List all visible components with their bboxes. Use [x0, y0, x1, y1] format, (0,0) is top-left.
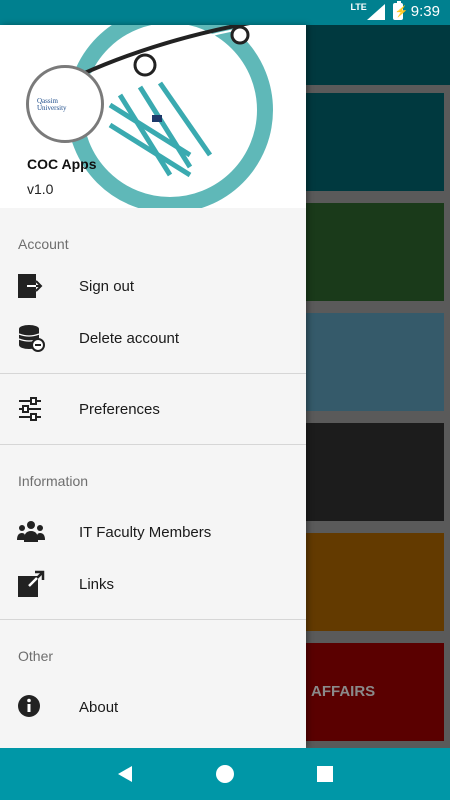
menu-item-label: Preferences — [79, 400, 160, 418]
back-button[interactable] — [107, 756, 143, 792]
database-remove-icon — [0, 324, 79, 352]
menu-item-label: Sign out — [79, 277, 135, 295]
navigation-drawer: Qassim University COC Apps v1.0 Account … — [0, 25, 306, 748]
home-icon — [216, 765, 234, 783]
info-icon — [0, 694, 79, 720]
background-tile-5 — [306, 533, 444, 631]
sliders-icon — [0, 397, 79, 421]
menu-item-label: Delete account — [79, 329, 180, 347]
section-title-other: Other — [18, 648, 54, 664]
menu-item-it-faculty-members[interactable]: IT Faculty Members — [0, 506, 306, 558]
app-version: v1.0 — [27, 181, 54, 197]
university-logo: Qassim University — [37, 97, 67, 112]
signal-icon — [366, 3, 385, 20]
sign-out-icon — [0, 273, 79, 299]
network-type: LTE — [350, 1, 367, 12]
system-navigation-bar — [0, 748, 450, 800]
section-title-account: Account — [18, 236, 69, 252]
home-button[interactable] — [207, 756, 243, 792]
app-name: COC Apps — [27, 156, 97, 172]
back-icon — [118, 766, 132, 782]
background-tile-4 — [306, 423, 444, 521]
status-bar: LTE ⚡ 9:39 — [0, 0, 450, 25]
background-tile-1 — [306, 93, 444, 191]
drawer-header: Qassim University COC Apps v1.0 — [0, 25, 306, 208]
recents-icon — [317, 766, 333, 782]
menu-item-label: About — [79, 698, 119, 716]
recents-button[interactable] — [307, 756, 343, 792]
menu-item-label: Links — [79, 575, 115, 593]
group-icon — [0, 520, 79, 544]
menu-item-about[interactable]: About — [0, 681, 306, 733]
background-content: AFFAIRS — [306, 25, 450, 748]
clock: 9:39 — [410, 3, 440, 20]
background-tile-3 — [306, 313, 444, 411]
battery-icon: ⚡ — [392, 1, 409, 20]
background-tile-6: AFFAIRS — [306, 643, 444, 741]
background-header — [306, 25, 450, 85]
menu-item-delete-account[interactable]: Delete account — [0, 312, 306, 364]
external-link-icon — [0, 570, 79, 598]
app-logo-avatar: Qassim University — [26, 65, 104, 143]
menu-item-preferences[interactable]: Preferences — [0, 383, 306, 435]
menu-item-label: IT Faculty Members — [79, 523, 212, 541]
background-tile-2 — [306, 203, 444, 301]
menu-item-links[interactable]: Links — [0, 558, 306, 610]
menu-item-sign-out[interactable]: Sign out — [0, 260, 306, 312]
section-title-information: Information — [18, 473, 89, 489]
